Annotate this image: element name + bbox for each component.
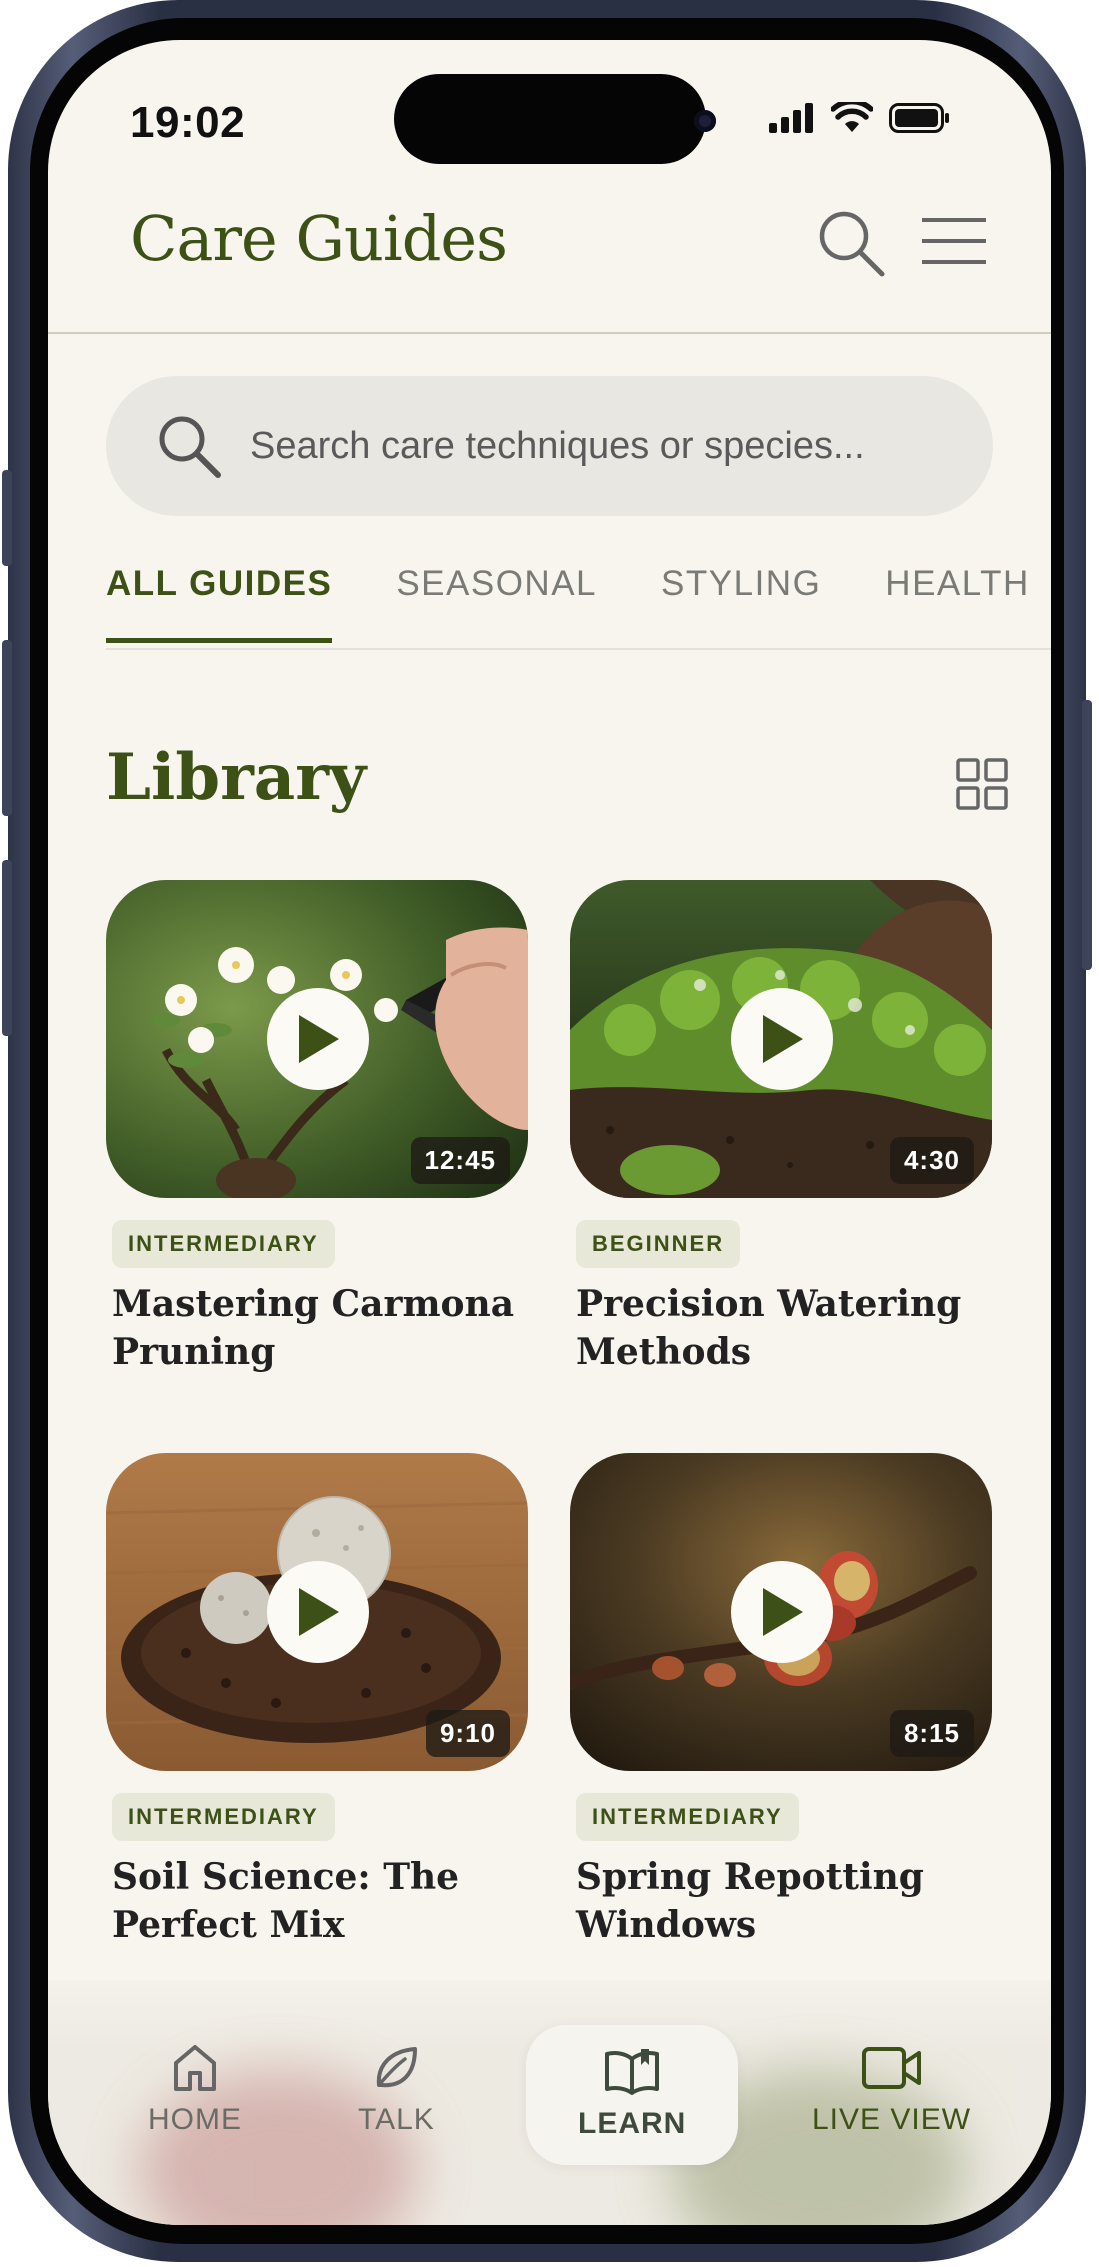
home-icon xyxy=(174,2045,216,2091)
hamburger-menu-icon[interactable] xyxy=(920,216,988,266)
video-thumbnail[interactable]: 4:30 xyxy=(570,880,992,1198)
open-book-icon xyxy=(605,2049,660,2095)
play-icon xyxy=(763,1588,803,1636)
video-card[interactable]: 9:10 INTERMEDIARY Soil Science: The Perf… xyxy=(106,1453,528,1949)
dynamic-island xyxy=(394,74,706,164)
video-camera-icon xyxy=(861,2047,921,2089)
play-icon xyxy=(763,1015,803,1063)
search-input[interactable] xyxy=(250,424,890,468)
nav-live-view[interactable]: LIVE VIEW xyxy=(812,2043,971,2137)
video-duration: 12:45 xyxy=(410,1137,510,1184)
play-icon xyxy=(299,1015,339,1063)
video-title[interactable]: Precision Watering Methods xyxy=(576,1280,992,1376)
nav-label: LEARN xyxy=(578,2107,687,2140)
video-duration: 8:15 xyxy=(889,1710,974,1757)
header-divider xyxy=(48,332,1051,334)
play-button[interactable] xyxy=(731,988,833,1090)
search-icon[interactable] xyxy=(816,208,886,278)
grid-view-icon[interactable] xyxy=(956,758,1008,810)
play-button[interactable] xyxy=(267,988,369,1090)
video-title[interactable]: Spring Repotting Windows xyxy=(576,1853,992,1949)
search-field-icon xyxy=(159,416,221,478)
leaf-icon xyxy=(377,2047,418,2088)
video-duration: 9:10 xyxy=(425,1710,510,1757)
play-button[interactable] xyxy=(731,1561,833,1663)
category-tabs: ALL GUIDES SEASONAL STYLING HEALTH xyxy=(106,564,1030,643)
status-icons xyxy=(769,102,951,134)
app-screen: 19:02 Care Guides Search care techniques… xyxy=(48,40,1051,2225)
status-time: 19:02 xyxy=(130,98,246,147)
wifi-icon xyxy=(831,102,873,132)
page-title: Care Guides xyxy=(130,202,508,275)
tab-seasonal[interactable]: SEASONAL xyxy=(396,564,597,643)
action-button xyxy=(2,470,12,566)
level-badge: BEGINNER xyxy=(576,1220,741,1268)
video-duration: 4:30 xyxy=(889,1137,974,1184)
video-title[interactable]: Soil Science: The Perfect Mix xyxy=(112,1853,528,1949)
tabs-divider xyxy=(106,648,1051,650)
level-badge: INTERMEDIARY xyxy=(112,1793,335,1841)
volume-down-button xyxy=(2,860,12,1036)
level-badge: INTERMEDIARY xyxy=(576,1793,799,1841)
cellular-signal-icon xyxy=(769,103,813,133)
search-bar[interactable] xyxy=(106,376,993,516)
video-thumbnail[interactable]: 9:10 xyxy=(106,1453,528,1771)
nav-learn[interactable]: LEARN xyxy=(526,2025,739,2165)
level-badge: INTERMEDIARY xyxy=(112,1220,335,1268)
play-button[interactable] xyxy=(267,1561,369,1663)
battery-icon xyxy=(889,103,949,133)
tab-all-guides[interactable]: ALL GUIDES xyxy=(106,564,333,643)
video-thumbnail[interactable]: 12:45 xyxy=(106,880,528,1198)
video-card[interactable]: 8:15 INTERMEDIARY Spring Repotting Windo… xyxy=(570,1453,992,1949)
nav-label: TALK xyxy=(358,2103,435,2136)
front-camera xyxy=(694,110,716,132)
nav-label: LIVE VIEW xyxy=(812,2103,972,2136)
bottom-navigation: HOME TALK LEARN LIVE VIEW xyxy=(48,2025,1051,2225)
volume-up-button xyxy=(2,640,12,816)
tab-styling[interactable]: STYLING xyxy=(661,564,821,643)
video-card[interactable]: 4:30 BEGINNER Precision Watering Methods xyxy=(570,880,992,1376)
video-card[interactable]: 12:45 INTERMEDIARY Mastering Carmona Pru… xyxy=(106,880,528,1376)
nav-talk[interactable]: TALK xyxy=(358,2043,435,2137)
nav-label: HOME xyxy=(148,2103,242,2136)
section-title: Library xyxy=(106,740,367,815)
nav-home[interactable]: HOME xyxy=(148,2043,242,2137)
video-thumbnail[interactable]: 8:15 xyxy=(570,1453,992,1771)
play-icon xyxy=(299,1588,339,1636)
video-title[interactable]: Mastering Carmona Pruning xyxy=(112,1280,528,1376)
tab-health[interactable]: HEALTH xyxy=(885,564,1030,643)
power-button xyxy=(1082,700,1092,970)
